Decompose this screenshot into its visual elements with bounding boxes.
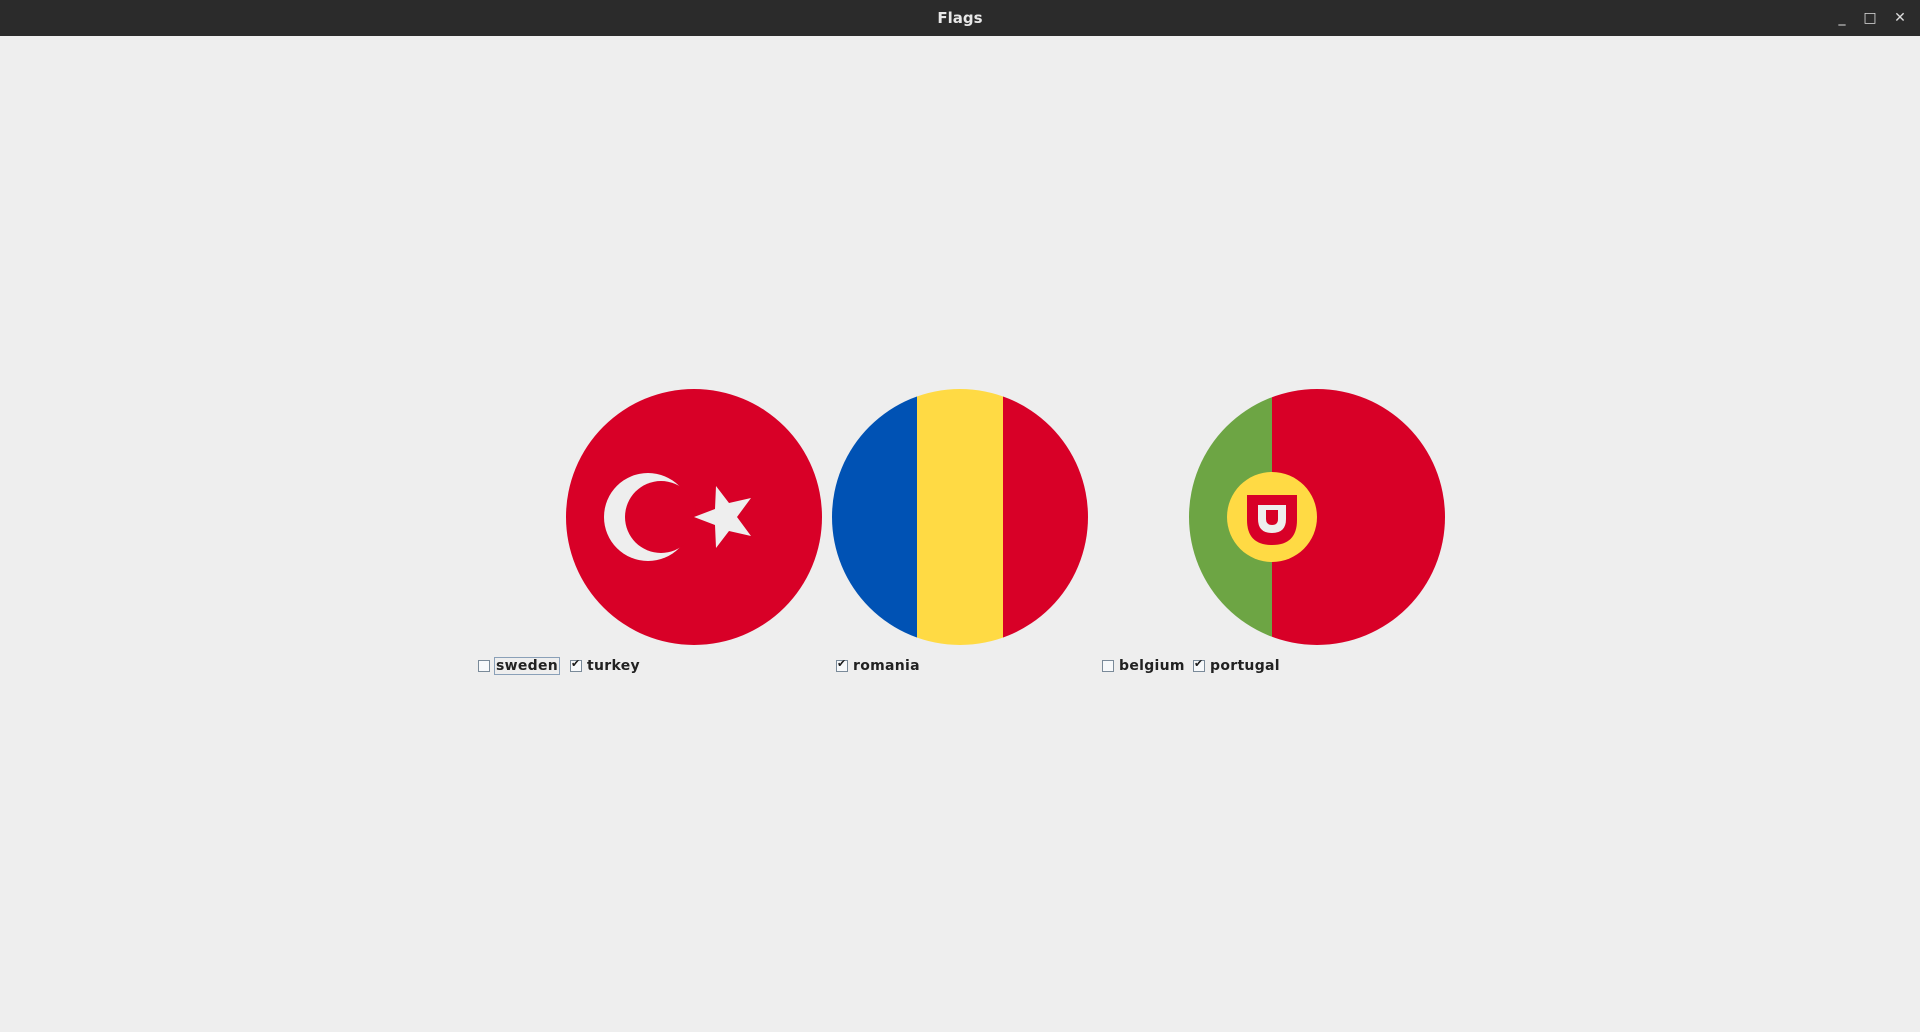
close-icon[interactable]: ✕ (1888, 6, 1912, 30)
checkbox-label: turkey (587, 658, 640, 674)
checkbox-box[interactable] (570, 657, 582, 672)
minimize-icon[interactable]: _ (1830, 6, 1854, 30)
window-title: Flags (937, 9, 983, 27)
checkbox-box[interactable] (1193, 657, 1205, 672)
portugal-flag-icon (1189, 389, 1445, 645)
checkbox-box[interactable] (478, 660, 490, 672)
maximize-icon[interactable]: □ (1858, 6, 1882, 30)
checkbox-portugal[interactable]: portugal (1193, 656, 1280, 676)
checkbox-label: portugal (1210, 658, 1280, 674)
checkbox-turkey[interactable]: turkey (570, 656, 640, 676)
checkbox-box[interactable] (1102, 660, 1114, 672)
romania-flag-icon (832, 389, 1088, 645)
checkbox-romania[interactable]: romania (836, 656, 920, 676)
checkbox-sweden[interactable]: sweden (478, 656, 561, 676)
checkbox-label: belgium (1119, 658, 1185, 674)
checkbox-box[interactable] (836, 657, 848, 672)
checkbox-belgium[interactable]: belgium (1102, 656, 1185, 676)
turkey-flag-icon (566, 389, 822, 645)
checkbox-label: romania (853, 658, 920, 674)
checkbox-label: sweden (493, 657, 561, 675)
title-bar[interactable]: Flags _ □ ✕ (0, 0, 1920, 37)
main-panel: sweden turkey romania belgium portugal (0, 36, 1920, 1032)
